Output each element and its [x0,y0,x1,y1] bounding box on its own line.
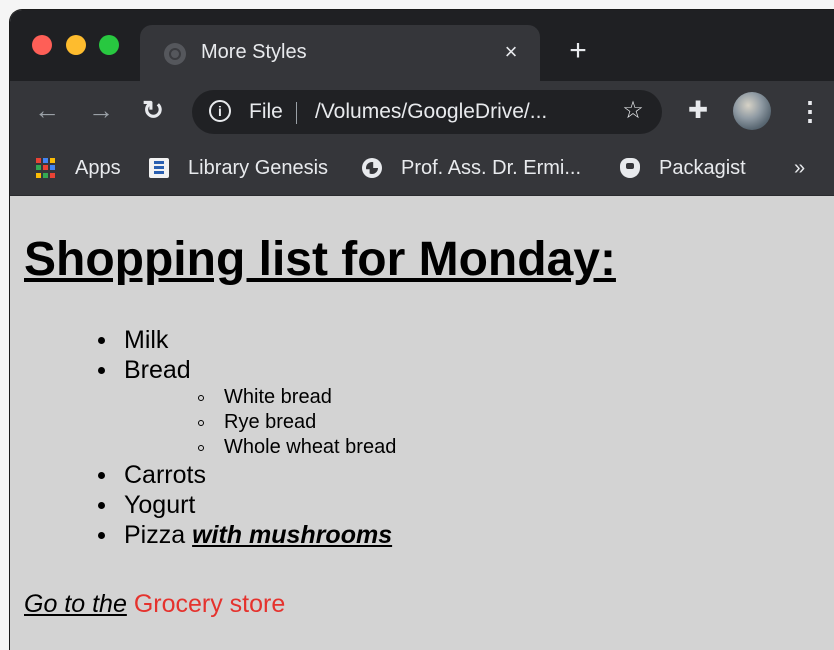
reload-button[interactable]: ↻ [138,95,168,125]
profile-avatar[interactable] [733,92,771,130]
list-item-text: Milk [124,326,169,354]
bookmark-star-icon[interactable]: ☆ [620,98,646,124]
kebab-menu-icon[interactable]: ⋮ [797,95,823,127]
bookmark-label: Packagist [659,157,746,179]
sublist-item: White bread [198,385,396,410]
list-item: Bread White bread Rye bread Whole wheat … [98,355,396,460]
globe-icon [164,43,186,65]
extensions-puzzle-icon[interactable]: ✚ [684,97,712,125]
list-item-text: Yogurt [124,491,196,519]
list-item: Pizza with mushrooms [98,520,396,550]
shopping-list: Milk Bread White bread Rye bread Whole w… [98,325,396,550]
page-heading: Shopping list for Monday: [24,233,616,286]
minimize-window-button[interactable] [66,35,86,55]
footer-prefix: Go to the [24,590,127,618]
list-item-text: Pizza [124,521,186,549]
close-tab-icon[interactable]: × [496,37,526,67]
toolbar: ← → ↻ i File /Volumes/GoogleDrive/... ☆ … [10,81,834,141]
tab-title: More Styles [201,41,307,63]
list-item-text: Carrots [124,461,206,489]
bookmark-library-genesis[interactable]: Library Genesis [149,152,369,184]
list-item: Carrots [98,460,396,490]
back-button[interactable]: ← [32,95,62,125]
library-genesis-icon [149,158,169,178]
browser-window: More Styles × + ← → ↻ i File /Volumes/Go… [10,10,834,650]
new-tab-button[interactable]: + [563,36,593,66]
info-icon[interactable]: i [209,100,231,122]
globe-icon [362,158,382,178]
packagist-icon [620,158,640,178]
address-separator [296,102,297,124]
bookmark-apps[interactable]: Apps [36,152,156,184]
bread-sublist: White bread Rye bread Whole wheat bread [124,385,396,460]
address-scheme: File [249,100,283,123]
list-item-text: Bread [124,356,191,384]
forward-button[interactable]: → [86,95,116,125]
page-content: Shopping list for Monday: Milk Bread Whi… [10,196,834,650]
sublist-item: Rye bread [198,410,396,435]
bookmarks-overflow-icon[interactable]: » [794,152,805,184]
apps-grid-icon [36,158,56,178]
bookmarks-bar: Apps Library Genesis Prof. Ass. Dr. Ermi… [10,141,834,196]
sublist-item: Whole wheat bread [198,435,396,460]
bookmark-label: Library Genesis [188,157,329,179]
bookmark-prof[interactable]: Prof. Ass. Dr. Ermi... [362,152,622,184]
list-item: Yogurt [98,490,396,520]
address-url[interactable]: /Volumes/GoogleDrive/... [315,100,547,124]
close-window-button[interactable] [32,35,52,55]
address-bar[interactable]: i File /Volumes/GoogleDrive/... ☆ [192,90,662,134]
grocery-store-link[interactable]: Grocery store [134,590,285,618]
bookmark-label: Prof. Ass. Dr. Ermi... [401,157,582,179]
footer-line: Go to the Grocery store [24,589,285,619]
list-item: Milk [98,325,396,355]
emphasis-text: with mushrooms [192,521,393,549]
title-bar: More Styles × + [10,10,834,81]
zoom-window-button[interactable] [99,35,119,55]
bookmark-packagist[interactable]: Packagist [620,152,780,184]
bookmark-label: Apps [75,157,121,179]
browser-tab[interactable]: More Styles × [140,25,540,81]
